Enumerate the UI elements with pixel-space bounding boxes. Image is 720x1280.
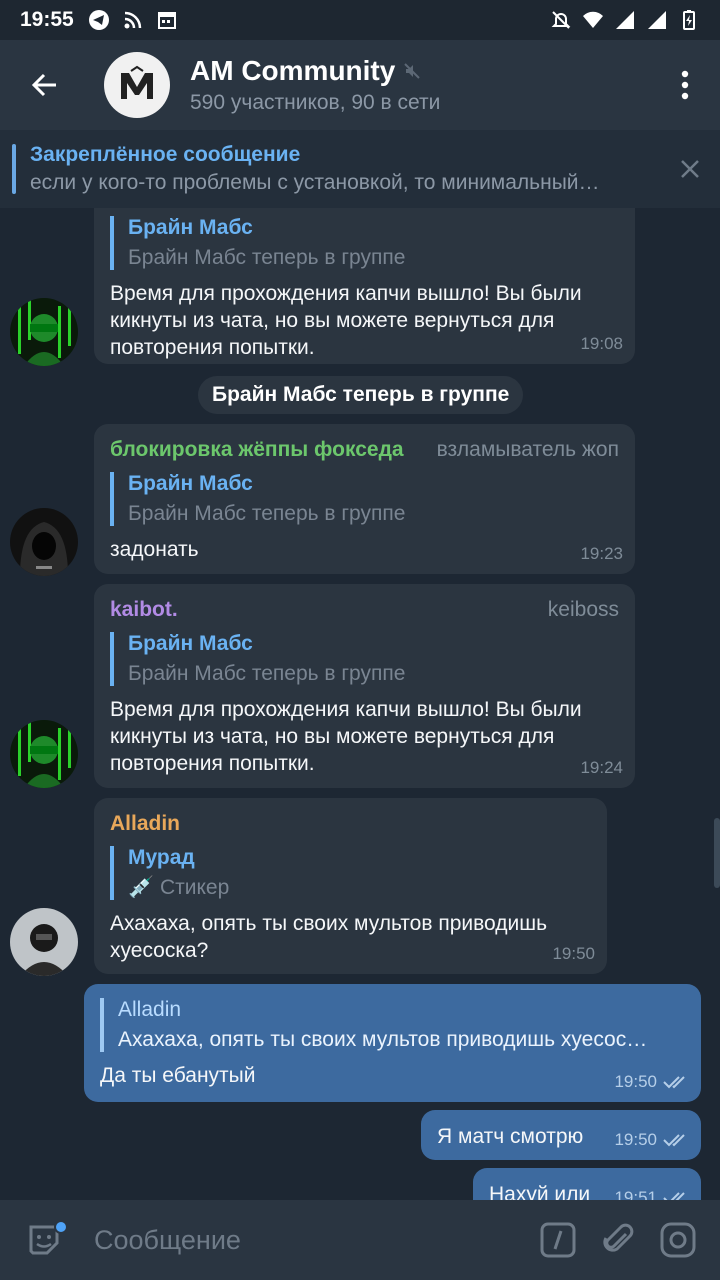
- reply-text: Ахахаха, опять ты своих мультов приводиш…: [118, 1028, 648, 1051]
- message-time: 19:24: [580, 758, 623, 777]
- message-time: 19:51: [614, 1188, 657, 1200]
- person-helmet-avatar: [10, 908, 78, 976]
- avatar[interactable]: [10, 908, 78, 976]
- message-input[interactable]: Сообщение: [94, 1225, 528, 1256]
- reply-preview[interactable]: Alladin Ахахаха, опять ты своих мультов …: [100, 998, 685, 1052]
- battery-icon: [683, 10, 695, 30]
- message-text: Ахахаха, опять ты своих мультов приводиш…: [110, 912, 548, 962]
- message-time: 19:08: [580, 334, 623, 353]
- reply-preview[interactable]: Брайн Мабс Брайн Мабс теперь в группе: [110, 632, 619, 686]
- muted-icon: [404, 63, 421, 79]
- service-message: Брайн Мабс теперь в группе: [198, 376, 524, 414]
- pinned-title: Закреплённое сообщение: [30, 143, 301, 166]
- avatar[interactable]: [10, 720, 78, 788]
- message-bubble[interactable]: kaibot. keiboss Брайн Мабс Брайн Мабс те…: [94, 584, 635, 788]
- more-vert-icon: [681, 70, 689, 100]
- notification-dot: [54, 1220, 68, 1234]
- chat-members: 590 участников, 90 в сети: [190, 91, 441, 114]
- reply-text: Брайн Мабс теперь в группе: [128, 662, 406, 685]
- paperclip-icon: [603, 1223, 634, 1252]
- message-bubble[interactable]: Alladin Мурад 💉 Стикер Ахахаха, опять ты…: [94, 798, 607, 974]
- avatar[interactable]: [10, 298, 78, 366]
- green-matrix-avatar: [10, 720, 78, 788]
- sender-name[interactable]: Alladin: [110, 812, 180, 836]
- pinned-text: если у кого-то проблемы с установкой, то…: [30, 171, 600, 194]
- reply-author: Брайн Мабс: [128, 472, 253, 495]
- emoji-button[interactable]: [14, 1200, 74, 1280]
- double-check-icon: [663, 1134, 685, 1147]
- reply-author: Брайн Мабс: [128, 632, 253, 655]
- calendar-icon: [157, 12, 176, 29]
- reply-preview[interactable]: Брайн Мабс Брайн Мабс теперь в группе: [110, 216, 619, 270]
- camera-button[interactable]: [648, 1200, 708, 1280]
- am-logo-icon: [121, 65, 153, 99]
- chat-header: AM Community 590 участников, 90 в сети: [0, 40, 720, 130]
- pinned-message[interactable]: Закреплённое сообщение если у кого-то пр…: [0, 130, 720, 208]
- scrollbar[interactable]: [714, 818, 720, 888]
- message-time: 19:50: [614, 1072, 657, 1091]
- slash-command-icon: [540, 1222, 576, 1258]
- status-bar: 19:55: [0, 0, 720, 40]
- message-list[interactable]: Брайн Мабс Брайн Мабс теперь в группе Вр…: [0, 208, 720, 1200]
- message-text: Время для прохождения капчи вышло! Вы бы…: [110, 282, 582, 359]
- chat-info[interactable]: AM Community 590 участников, 90 в сети: [190, 55, 440, 115]
- reply-author: Мурад: [128, 846, 195, 869]
- close-icon: [681, 160, 699, 178]
- reply-text: 💉 Стикер: [128, 876, 230, 899]
- signal-icon: [616, 11, 634, 29]
- signal-icon-2: [648, 11, 666, 29]
- pinned-close-button[interactable]: [660, 159, 720, 179]
- outgoing-message-bubble[interactable]: Нахуй или 19:51: [473, 1168, 701, 1200]
- commands-button[interactable]: [528, 1200, 588, 1280]
- pinned-indicator: [12, 144, 16, 194]
- wifi-icon: [583, 11, 603, 28]
- reply-text: Брайн Мабс теперь в группе: [128, 502, 406, 525]
- sender-name[interactable]: блокировка жёппы фокседа: [110, 438, 404, 462]
- double-check-icon: [663, 1076, 685, 1089]
- reply-preview[interactable]: Брайн Мабс Брайн Мабс теперь в группе: [110, 472, 619, 526]
- avatar[interactable]: [10, 508, 78, 576]
- more-options-button[interactable]: [650, 40, 720, 130]
- message-time: 19:50: [552, 944, 595, 963]
- rss-icon: [124, 11, 141, 29]
- message-text: Время для прохождения капчи вышло! Вы бы…: [110, 698, 582, 775]
- sender-role: взламыватель жоп: [436, 438, 619, 461]
- hooded-figure-avatar: [10, 508, 78, 576]
- message-input-bar: Сообщение: [0, 1200, 720, 1280]
- reply-author: Брайн Мабс: [128, 216, 253, 239]
- message-text: задонать: [110, 538, 199, 561]
- outgoing-message-bubble[interactable]: Я матч смотрю 19:50: [421, 1110, 701, 1160]
- arrow-left-icon: [31, 73, 56, 97]
- mute-bell-icon: [551, 11, 571, 29]
- telegram-icon: [88, 10, 109, 30]
- double-check-icon: [663, 1192, 685, 1200]
- message-time: 19:50: [614, 1130, 657, 1149]
- message-bubble[interactable]: блокировка жёппы фокседа взламыватель жо…: [94, 424, 635, 574]
- reply-author: Alladin: [118, 998, 182, 1021]
- instagram-camera-icon: [660, 1222, 696, 1258]
- group-avatar[interactable]: [104, 52, 170, 118]
- sender-role: keiboss: [547, 598, 619, 621]
- reply-preview[interactable]: Мурад 💉 Стикер: [110, 846, 591, 900]
- reply-text: Брайн Мабс теперь в группе: [128, 246, 406, 269]
- message-text: Да ты ебанутый: [100, 1064, 256, 1087]
- back-button[interactable]: [0, 40, 90, 130]
- sender-name[interactable]: kaibot.: [110, 598, 178, 622]
- chat-title: AM Community: [190, 55, 396, 86]
- attach-button[interactable]: [588, 1200, 648, 1280]
- outgoing-message-bubble[interactable]: Alladin Ахахаха, опять ты своих мультов …: [84, 984, 701, 1102]
- message-bubble[interactable]: Брайн Мабс Брайн Мабс теперь в группе Вр…: [94, 208, 635, 364]
- green-matrix-avatar: [10, 298, 78, 366]
- status-time: 19:55: [20, 8, 74, 31]
- message-time: 19:23: [580, 544, 623, 563]
